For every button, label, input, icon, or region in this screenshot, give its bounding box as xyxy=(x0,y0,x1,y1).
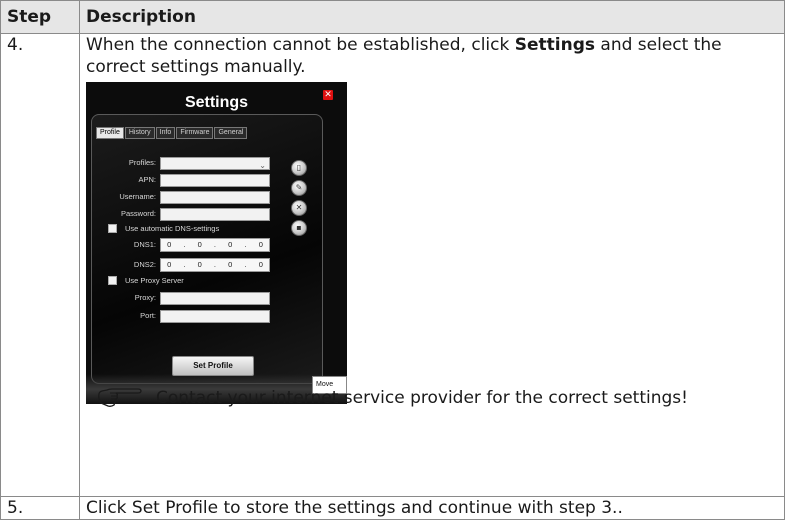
table-header-row: Step Description xyxy=(0,0,785,34)
dialog-title: Settings xyxy=(184,94,249,111)
dns-checkbox-row[interactable]: Use automatic DNS-settings xyxy=(108,223,219,234)
settings-bold: Settings xyxy=(514,35,595,55)
step-number: 4. xyxy=(0,33,80,497)
tab-info[interactable]: Info xyxy=(155,127,176,139)
note: Contact your internet service provider f… xyxy=(96,387,688,409)
close-icon[interactable]: ✕ xyxy=(323,90,333,100)
proxy-checkbox-row[interactable]: Use Proxy Server xyxy=(108,275,184,286)
step-description: When the connection cannot be establishe… xyxy=(79,33,785,497)
dns1-field[interactable]: 0. 0. 0. 0 xyxy=(160,238,270,252)
header-step: Step xyxy=(0,0,80,34)
apn-field[interactable] xyxy=(160,173,270,187)
table-row: 5. Click Set Profile to store the settin… xyxy=(0,496,785,520)
set-profile-button[interactable]: Set Profile xyxy=(172,356,254,376)
dialog-tabs: Profile History Info Firmware General xyxy=(96,127,248,139)
dns1-row: DNS1: 0. 0. 0. 0 xyxy=(86,238,270,252)
edit-profile-icon[interactable]: ✎ xyxy=(291,180,307,196)
username-field[interactable] xyxy=(160,190,270,204)
proxy-row: Proxy: xyxy=(86,291,270,305)
table-row: 4. When the connection cannot be establi… xyxy=(0,33,785,497)
note-text: Contact your internet service provider f… xyxy=(156,388,688,408)
port-field[interactable] xyxy=(160,309,270,323)
profiles-row: Profiles: xyxy=(86,155,270,177)
apn-row: APN: xyxy=(86,173,270,187)
tab-general[interactable]: General xyxy=(214,127,248,139)
header-description: Description xyxy=(79,0,785,34)
proxy-checkbox[interactable] xyxy=(108,276,117,285)
settings-dialog-screenshot: Settings ✕ Profile History Info Firmware… xyxy=(86,82,347,404)
steps-table: Step Description 4. When the connection … xyxy=(0,0,785,520)
instruction-text: When the connection cannot be establishe… xyxy=(86,35,722,77)
save-profile-icon[interactable]: ▪ xyxy=(291,220,307,236)
new-profile-icon[interactable]: ▯ xyxy=(291,160,307,176)
tab-history[interactable]: History xyxy=(124,127,155,139)
dns-checkbox[interactable] xyxy=(108,224,117,233)
username-row: Username: xyxy=(86,190,270,204)
step-number: 5. xyxy=(0,496,80,520)
port-row: Port: xyxy=(86,309,270,323)
profiles-select[interactable] xyxy=(160,155,270,177)
tab-firmware[interactable]: Firmware xyxy=(176,127,214,139)
pointing-hand-icon xyxy=(98,388,142,407)
step-description: Click Set Profile to store the settings … xyxy=(79,496,785,520)
tab-profile[interactable]: Profile xyxy=(96,127,124,139)
delete-profile-icon[interactable]: ✕ xyxy=(291,200,307,216)
proxy-field[interactable] xyxy=(160,291,270,305)
